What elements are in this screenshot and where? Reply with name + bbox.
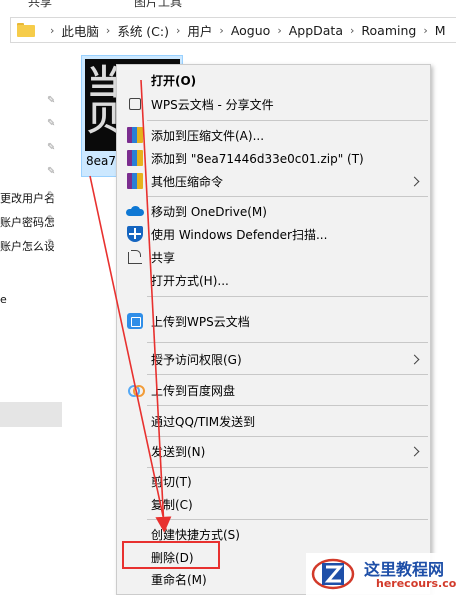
nav-item-selected[interactable] — [0, 402, 62, 427]
chevron-right-icon — [409, 446, 420, 456]
menu-item-wps-share[interactable]: WPS云文档 - 分享文件 — [117, 93, 430, 115]
shield-icon — [127, 226, 143, 242]
pin-icon[interactable]: ✎ — [47, 119, 57, 129]
menu-item-label: 剪切(T) — [151, 474, 192, 489]
menu-item-upload-baidu[interactable]: 上传到百度网盘 — [117, 379, 430, 401]
pin-icon[interactable]: ✎ — [47, 239, 57, 249]
menu-separator — [147, 436, 428, 437]
menu-item-label: 移动到 OneDrive(M) — [151, 204, 267, 219]
folder-icon — [17, 23, 35, 37]
menu-item-upload-wps[interactable]: 上传到WPS云文档 — [117, 310, 430, 332]
chevron-right-icon[interactable]: › — [106, 24, 110, 37]
menu-item-label: 添加到 "8ea71446d33e0c01.zip" (T) — [151, 151, 364, 166]
breadcrumb-m[interactable]: M — [435, 23, 446, 38]
menu-item-add-zip[interactable]: 添加到 "8ea71446d33e0c01.zip" (T) — [117, 147, 430, 169]
menu-separator — [147, 519, 428, 520]
delete-highlight-box — [122, 541, 220, 569]
nav-item-2[interactable]: 账户密码怎 — [0, 214, 54, 230]
menu-item-open[interactable]: 打开(O) — [117, 69, 430, 91]
menu-item-label: 重命名(M) — [151, 572, 207, 587]
chevron-right-icon[interactable]: › — [50, 24, 54, 37]
menu-separator — [147, 405, 428, 406]
menu-item-label: 其他压缩命令 — [151, 174, 224, 189]
menu-separator — [147, 196, 428, 197]
archive-icon — [127, 127, 143, 143]
share-icon — [129, 98, 141, 110]
breadcrumb-this-pc[interactable]: 此电脑 — [61, 21, 99, 40]
menu-item-label: WPS云文档 - 分享文件 — [151, 97, 274, 112]
menu-separator — [147, 467, 428, 468]
share-icon — [128, 250, 142, 264]
menu-item-label: 使用 Windows Defender扫描... — [151, 227, 328, 242]
ribbon-tab-picture-tools[interactable]: 图片工具 — [134, 0, 182, 10]
nav-item-3[interactable]: 账户怎么设 — [0, 238, 54, 254]
menu-item-label: 上传到百度网盘 — [151, 383, 236, 398]
watermark: 这里教程网 herecours.com — [306, 553, 456, 595]
archive-icon — [127, 173, 143, 189]
menu-item-label: 授予访问权限(G) — [151, 352, 242, 367]
pin-icon[interactable]: ✎ — [47, 143, 57, 153]
menu-item-label: 打开方式(H)... — [151, 273, 229, 288]
menu-item-send-qq[interactable]: 通过QQ/TIM发送到 — [117, 410, 430, 432]
menu-item-label: 添加到压缩文件(A)... — [151, 128, 265, 143]
menu-item-label: 上传到WPS云文档 — [151, 314, 250, 329]
archive-icon — [127, 150, 143, 166]
baidu-netdisk-icon — [128, 385, 145, 397]
menu-item-grant-access[interactable]: 授予访问权限(G) — [117, 348, 430, 370]
menu-item-open-with[interactable]: 打开方式(H)... — [117, 269, 430, 291]
menu-separator — [147, 374, 428, 375]
pin-icon[interactable]: ✎ — [47, 215, 57, 225]
wps-cloud-icon — [127, 313, 143, 329]
chevron-right-icon — [409, 354, 420, 364]
chevron-right-icon[interactable]: › — [219, 24, 223, 37]
menu-item-cut[interactable]: 剪切(T) — [117, 470, 430, 492]
watermark-url: herecours.com — [376, 577, 456, 590]
nav-item-1[interactable]: 更改用户名 — [0, 190, 54, 206]
breadcrumb-aoguo[interactable]: Aoguo — [231, 23, 270, 38]
chevron-right-icon — [409, 176, 420, 186]
menu-item-add-archive[interactable]: 添加到压缩文件(A)... — [117, 124, 430, 146]
ribbon-tab-share[interactable]: 共享 — [28, 0, 52, 10]
breadcrumb-appdata[interactable]: AppData — [289, 23, 343, 38]
menu-item-label: 通过QQ/TIM发送到 — [151, 414, 256, 429]
pin-icon[interactable]: ✎ — [47, 167, 57, 177]
breadcrumb-system-c[interactable]: 系统 (C:) — [117, 21, 169, 40]
navigation-pane: ✎ ✎ ✎ ✎ 更改用户名 ✎ 账户密码怎 ✎ 账户怎么设 ✎ e — [0, 50, 62, 595]
menu-item-label: 打开(O) — [151, 73, 197, 88]
pin-icon[interactable]: ✎ — [47, 96, 57, 106]
context-menu: 打开(O) WPS云文档 - 分享文件 添加到压缩文件(A)... 添加到 "8… — [116, 64, 431, 595]
chevron-right-icon[interactable]: › — [277, 24, 281, 37]
menu-item-copy[interactable]: 复制(C) — [117, 493, 430, 515]
nav-item-4[interactable]: e — [0, 293, 54, 306]
pin-icon[interactable]: ✎ — [47, 191, 57, 201]
menu-item-share[interactable]: 共享 — [117, 246, 430, 268]
address-bar[interactable]: › 此电脑 › 系统 (C:) › 用户 › Aoguo › AppData ›… — [10, 17, 456, 43]
chevron-right-icon[interactable]: › — [350, 24, 354, 37]
chevron-right-icon[interactable]: › — [423, 24, 427, 37]
menu-separator — [147, 342, 428, 343]
menu-separator — [147, 120, 428, 121]
ribbon-strip: 共享 图片工具 — [0, 0, 456, 10]
menu-item-onedrive[interactable]: 移动到 OneDrive(M) — [117, 200, 430, 222]
breadcrumb-roaming[interactable]: Roaming — [361, 23, 416, 38]
menu-item-other-compress[interactable]: 其他压缩命令 — [117, 170, 430, 192]
menu-item-label: 创建快捷方式(S) — [151, 527, 240, 542]
menu-item-label: 发送到(N) — [151, 444, 206, 459]
menu-separator — [147, 296, 428, 297]
menu-item-send-to[interactable]: 发送到(N) — [117, 440, 430, 462]
menu-item-label: 复制(C) — [151, 497, 193, 512]
chevron-right-icon[interactable]: › — [176, 24, 180, 37]
onedrive-icon — [126, 206, 144, 216]
breadcrumb-users[interactable]: 用户 — [187, 21, 212, 40]
menu-item-label: 共享 — [151, 250, 176, 265]
watermark-logo — [311, 558, 355, 590]
menu-item-defender[interactable]: 使用 Windows Defender扫描... — [117, 223, 430, 245]
